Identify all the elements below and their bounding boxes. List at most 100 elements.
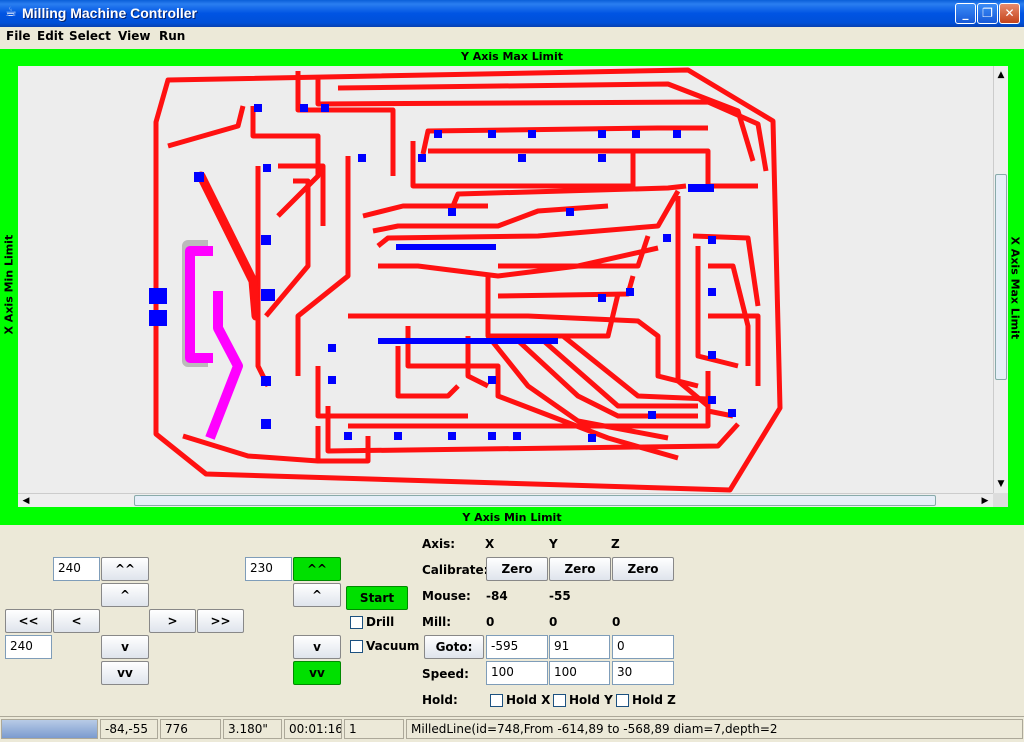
- menu-select[interactable]: Select: [69, 29, 111, 43]
- scroll-left-icon[interactable]: ◀: [19, 494, 33, 508]
- pad: [648, 411, 656, 419]
- scroll-down-icon[interactable]: ▼: [994, 477, 1008, 491]
- speed-z-field[interactable]: 30: [612, 661, 674, 685]
- y-up-button[interactable]: ^: [101, 583, 149, 607]
- pad: [328, 344, 336, 352]
- zero-x-button[interactable]: Zero: [486, 557, 548, 581]
- horizontal-scroll-thumb[interactable]: [134, 495, 936, 506]
- scroll-up-icon[interactable]: ▲: [994, 68, 1008, 82]
- pad: [254, 104, 262, 112]
- trace: [498, 235, 651, 269]
- pad: [626, 288, 634, 296]
- vertical-scroll-thumb[interactable]: [995, 174, 1007, 380]
- x-right-button[interactable]: >: [149, 609, 196, 633]
- status-coords: -84,-55: [100, 719, 158, 739]
- mill-z-value: 0: [612, 615, 621, 629]
- menu-edit[interactable]: Edit: [37, 29, 64, 43]
- status-time: 00:01:16: [284, 719, 342, 739]
- pad: [328, 376, 336, 384]
- trace: [450, 183, 687, 207]
- pad: [434, 130, 442, 138]
- menu-run[interactable]: Run: [159, 29, 185, 43]
- hold-x-checkbox[interactable]: [490, 694, 503, 707]
- pad: [663, 234, 671, 242]
- mill-label: Mill:: [422, 615, 452, 629]
- x-left-fast-button[interactable]: <<: [5, 609, 52, 633]
- x-right-fast-button[interactable]: >>: [197, 609, 244, 633]
- x-min-limit-label: X Axis Min Limit: [2, 234, 16, 335]
- xy-step-field[interactable]: 240: [53, 557, 100, 581]
- mill-x-value: 0: [486, 615, 495, 629]
- java-icon: ☕: [5, 5, 17, 20]
- pad: [394, 432, 402, 440]
- pad: [488, 130, 496, 138]
- z-down-fast-button[interactable]: vv: [293, 661, 341, 685]
- scroll-right-icon[interactable]: ▶: [978, 494, 992, 508]
- hold-z-checkbox[interactable]: [616, 694, 629, 707]
- maximize-button[interactable]: ❐: [977, 3, 998, 24]
- trace: [315, 366, 468, 419]
- pad: [708, 396, 716, 404]
- speed-x-field[interactable]: 100: [486, 661, 548, 685]
- vacuum-checkbox[interactable]: [350, 640, 363, 653]
- axis-z-header: Z: [611, 537, 620, 551]
- zero-z-button[interactable]: Zero: [612, 557, 674, 581]
- mouse-y-value: -55: [549, 589, 571, 603]
- pad: [149, 288, 167, 304]
- goto-x-field[interactable]: -595: [486, 635, 548, 659]
- status-bar: -84,-55 776 3.180" 00:01:16 1 MilledLine…: [0, 716, 1024, 742]
- y-max-limit-label: Y Axis Max Limit: [460, 50, 564, 63]
- horizontal-scrollbar[interactable]: ◀ ▶: [18, 493, 993, 507]
- pad: [688, 184, 714, 192]
- title-bar[interactable]: ☕ Milling Machine Controller _ ❐ ✕: [0, 0, 1024, 27]
- close-button[interactable]: ✕: [999, 3, 1020, 24]
- x-left-button[interactable]: <: [53, 609, 100, 633]
- trace: [692, 233, 761, 307]
- minimize-button[interactable]: _: [955, 3, 976, 24]
- x-max-limit-label: X Axis Max Limit: [1008, 236, 1022, 340]
- z-up-fast-button[interactable]: ^^: [293, 557, 341, 581]
- y-up-fast-button[interactable]: ^^: [101, 557, 149, 581]
- mill-y-value: 0: [549, 615, 558, 629]
- y-down-button[interactable]: v: [101, 635, 149, 659]
- goto-z-field[interactable]: 0: [612, 635, 674, 659]
- mouse-label: Mouse:: [422, 589, 471, 603]
- pad: [448, 432, 456, 440]
- hold-y-checkbox[interactable]: [553, 694, 566, 707]
- goto-y-field[interactable]: 91: [549, 635, 610, 659]
- menu-view[interactable]: View: [118, 29, 150, 43]
- trace: [428, 148, 758, 189]
- speed-y-field[interactable]: 100: [549, 661, 610, 685]
- drill-label: Drill: [366, 615, 395, 629]
- z-step-field[interactable]: 230: [245, 557, 292, 581]
- goto-button[interactable]: Goto:: [424, 635, 484, 659]
- vertical-scrollbar[interactable]: ▲ ▼: [993, 66, 1008, 493]
- z-up-button[interactable]: ^: [293, 583, 341, 607]
- progress-indicator: [1, 719, 98, 739]
- pad: [418, 154, 426, 162]
- start-button[interactable]: Start: [346, 586, 408, 610]
- vacuum-label: Vacuum: [366, 639, 420, 653]
- pad: [448, 208, 456, 216]
- pcb-canvas[interactable]: [18, 66, 993, 493]
- pad: [378, 338, 558, 344]
- menu-file[interactable]: File: [6, 29, 31, 43]
- pad: [632, 130, 640, 138]
- z-down-button[interactable]: v: [293, 635, 341, 659]
- pad: [396, 244, 496, 250]
- x-step-field[interactable]: 240: [5, 635, 52, 659]
- zero-y-button[interactable]: Zero: [549, 557, 611, 581]
- trace: [182, 433, 319, 464]
- hold-x-label: Hold X: [506, 693, 551, 707]
- trace: [378, 245, 659, 279]
- pad: [263, 164, 271, 172]
- drill-checkbox[interactable]: [350, 616, 363, 629]
- y-down-fast-button[interactable]: vv: [101, 661, 149, 685]
- axis-x-header: X: [485, 537, 495, 551]
- pad: [518, 154, 526, 162]
- menu-bar: File Edit Select View Run: [0, 27, 1024, 47]
- status-message: MilledLine(id=748,From -614,89 to -568,8…: [406, 719, 1023, 739]
- pad: [488, 376, 496, 384]
- pad: [261, 289, 275, 301]
- pad: [261, 419, 271, 429]
